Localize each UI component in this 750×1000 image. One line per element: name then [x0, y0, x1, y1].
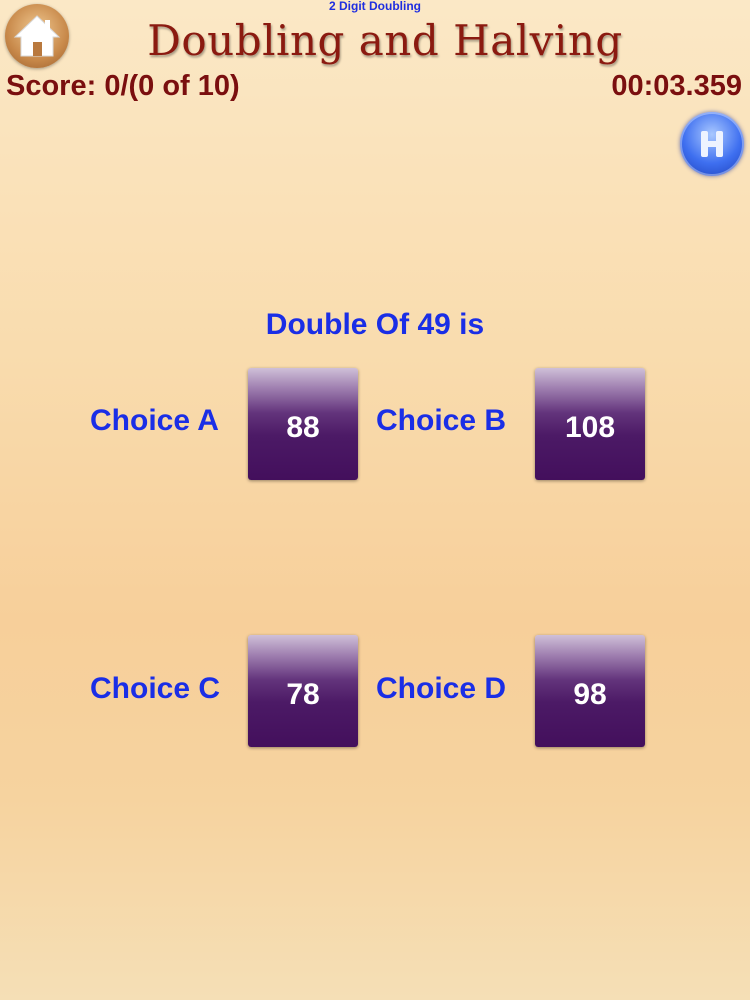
choice-d-button[interactable]: 98: [535, 635, 645, 747]
choice-d-value: 98: [573, 678, 607, 711]
help-icon: [701, 131, 723, 157]
choice-a-value: 88: [286, 411, 320, 444]
choice-a-button[interactable]: 88: [248, 368, 358, 480]
choice-c-button[interactable]: 78: [248, 635, 358, 747]
choice-b-value: 108: [564, 411, 616, 444]
question-text: Double Of 49 is: [265, 308, 485, 341]
choice-c-value: 78: [286, 678, 320, 711]
choice-b-label: Choice B: [376, 404, 507, 437]
choice-a-label: Choice A: [90, 404, 219, 437]
game-title: Doubling and Halving: [147, 16, 623, 65]
game-subtitle: 2 Digit Doubling: [329, 0, 421, 13]
help-button[interactable]: [680, 112, 744, 176]
choice-b-button[interactable]: 108: [535, 368, 645, 480]
choice-d-label: Choice D: [376, 672, 507, 705]
score-display: Score: 0/(0 of 10): [6, 70, 240, 102]
choice-c-label: Choice C: [90, 672, 221, 705]
timer-display: 00:03.359: [611, 70, 742, 102]
